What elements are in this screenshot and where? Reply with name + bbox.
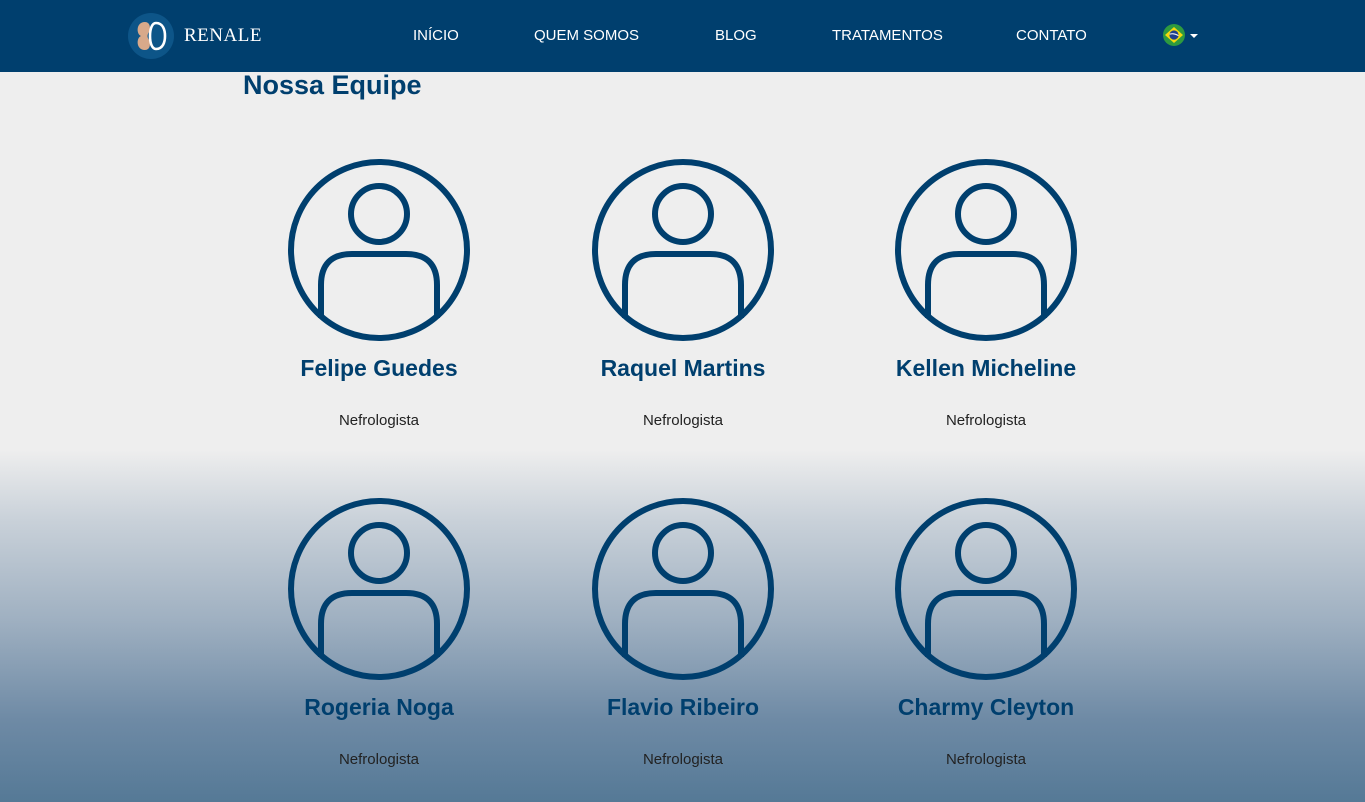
team-member-card: Flavio Ribeiro Nefrologista (553, 498, 813, 770)
user-avatar-icon (288, 498, 470, 680)
member-name: Kellen Micheline (895, 355, 1077, 381)
member-role: Nefrologista (642, 412, 724, 429)
nav-tratamentos[interactable]: TRATAMENTOS (832, 26, 943, 46)
user-avatar-icon (592, 498, 774, 680)
team-member-card: Rogeria Noga Nefrologista (249, 498, 509, 770)
member-name: Raquel Martins (600, 355, 766, 381)
team-member-card: Raquel Martins Nefrologista (553, 159, 813, 431)
team-member-card: Kellen Micheline Nefrologista (856, 159, 1116, 431)
chevron-down-icon (1190, 33, 1198, 38)
team-member-card: Charmy Cleyton Nefrologista (856, 498, 1116, 770)
brand-logo[interactable]: RENALE (128, 13, 262, 59)
member-role: Nefrologista (945, 751, 1027, 768)
member-name: Flavio Ribeiro (606, 694, 760, 720)
member-role: Nefrologista (338, 751, 420, 768)
member-role: Nefrologista (945, 412, 1027, 429)
user-avatar-icon (288, 159, 470, 341)
brazil-flag-icon (1163, 24, 1185, 46)
member-role: Nefrologista (642, 751, 724, 768)
kidney-logo-icon (128, 13, 174, 59)
nav-contato[interactable]: CONTATO (1016, 26, 1087, 46)
brand-name: RENALE (184, 25, 262, 46)
member-name: Charmy Cleyton (897, 694, 1075, 720)
user-avatar-icon (895, 498, 1077, 680)
user-avatar-icon (592, 159, 774, 341)
user-avatar-icon (895, 159, 1077, 341)
nav-quem-somos[interactable]: QUEM SOMOS (534, 26, 639, 46)
member-role: Nefrologista (338, 412, 420, 429)
language-dropdown[interactable] (1163, 24, 1198, 46)
nav-blog[interactable]: BLOG (715, 26, 757, 46)
top-navbar: RENALE INÍCIO QUEM SOMOS BLOG TRATAMENTO… (0, 0, 1365, 72)
member-name: Felipe Guedes (300, 355, 458, 381)
member-name: Rogeria Noga (304, 694, 454, 720)
team-member-card: Felipe Guedes Nefrologista (249, 159, 509, 431)
page-title: Nossa Equipe (243, 70, 422, 100)
nav-inicio[interactable]: INÍCIO (413, 26, 459, 46)
